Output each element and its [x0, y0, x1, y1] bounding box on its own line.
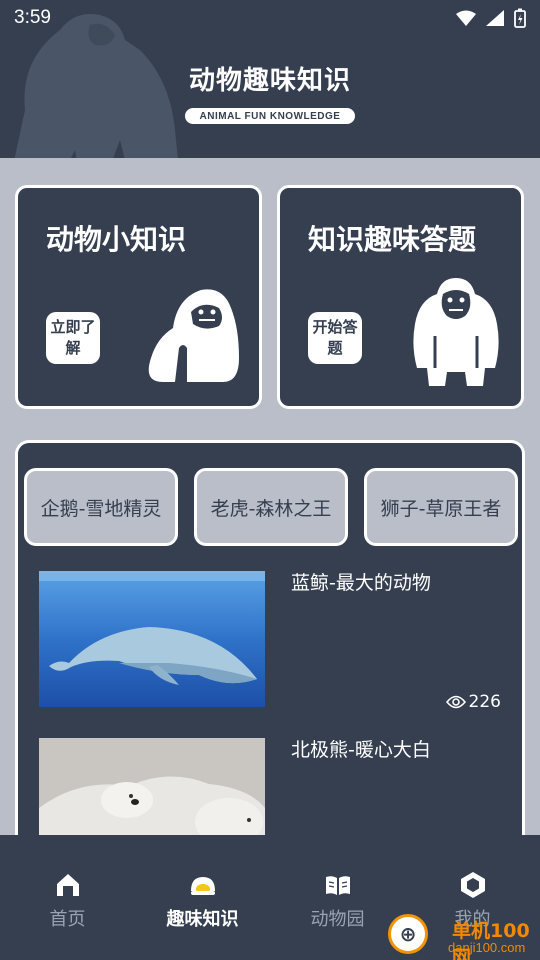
- gorilla-front-icon: [413, 278, 499, 386]
- status-icons: [456, 8, 526, 28]
- page-title: 动物趣味知识: [188, 66, 351, 96]
- content-panel: 企鹅-雪地精灵 老虎-森林之王 狮子-草原王者 蓝鲸-最大的动物 226 北极熊…: [15, 440, 525, 860]
- eye-icon: [445, 695, 466, 709]
- card-title: 动物小知识: [46, 223, 187, 256]
- gorilla-sitting-icon: [148, 289, 239, 382]
- article-title: 蓝鲸-最大的动物: [291, 572, 431, 594]
- blue-whale-photo: [39, 571, 265, 707]
- article-item[interactable]: 蓝鲸-最大的动物 226: [39, 568, 509, 712]
- status-bar: 3:59: [0, 0, 540, 36]
- view-count-value: 226: [468, 692, 501, 712]
- site-watermark: ⊕ 单机100网 danji100.com: [388, 912, 540, 960]
- chip-penguin[interactable]: 企鹅-雪地精灵: [24, 468, 178, 546]
- nav-label: 首页: [49, 909, 86, 930]
- nav-label: 动物园: [310, 909, 365, 930]
- status-time: 3:59: [14, 7, 51, 28]
- card-title: 知识趣味答题: [308, 223, 477, 256]
- nav-zoo[interactable]: 动物园: [270, 835, 405, 960]
- chip-lion[interactable]: 狮子-草原王者: [364, 468, 518, 546]
- chick-icon: [190, 877, 215, 895]
- hexagon-user-icon: [460, 872, 485, 898]
- nav-label: 趣味知识: [166, 909, 239, 930]
- header: 3:59 动物趣味知识 ANIMAL FUN KNOWLEDGE: [0, 0, 540, 158]
- watermark-url: danji100.com: [448, 940, 526, 955]
- animal-knowledge-card[interactable]: 动物小知识 立即了解: [15, 185, 262, 409]
- signal-icon: [486, 10, 504, 26]
- book-icon: [325, 876, 350, 895]
- view-count: 226: [445, 692, 501, 712]
- nav-fun-knowledge[interactable]: 趣味知识: [135, 835, 270, 960]
- start-quiz-button[interactable]: 开始答题: [308, 312, 362, 364]
- battery-icon: [514, 8, 526, 28]
- article-title: 北极熊-暖心大白: [291, 739, 431, 761]
- quiz-card[interactable]: 知识趣味答题 开始答题: [277, 185, 524, 409]
- watermark-logo: ⊕: [388, 914, 428, 954]
- learn-now-button[interactable]: 立即了解: [46, 312, 100, 364]
- nav-home[interactable]: 首页: [0, 835, 135, 960]
- chip-tiger[interactable]: 老虎-森林之王: [194, 468, 348, 546]
- category-chips: 企鹅-雪地精灵 老虎-森林之王 狮子-草原王者: [24, 468, 518, 546]
- home-icon: [56, 874, 79, 896]
- wifi-icon: [456, 10, 476, 26]
- page-subtitle: ANIMAL FUN KNOWLEDGE: [185, 108, 355, 124]
